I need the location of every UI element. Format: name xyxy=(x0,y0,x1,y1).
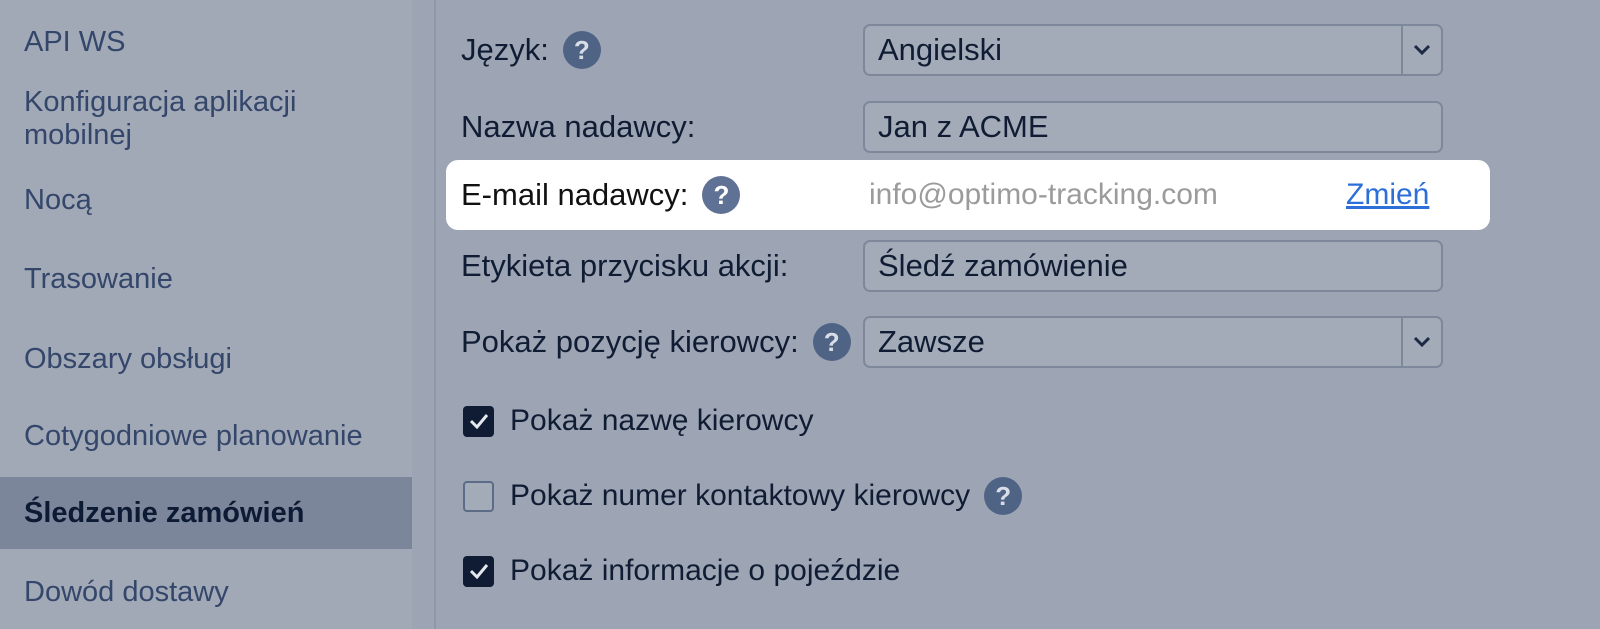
driver-position-label: Pokaż pozycję kierowcy: xyxy=(461,324,799,359)
sidebar-item-service-areas[interactable]: Obszary obsługi xyxy=(0,323,412,395)
question-mark-circle-icon[interactable]: ? xyxy=(562,31,601,69)
language-select[interactable]: Angielski xyxy=(863,24,1443,76)
sidebar-item-weekly-planning[interactable]: Cotygodniowe planowanie xyxy=(0,400,412,472)
sidebar-item-proof-of-delivery[interactable]: Dowód dostawy xyxy=(0,556,412,628)
sidebar-item-label: API WS xyxy=(24,25,126,58)
show-vehicle-info-checkbox[interactable] xyxy=(463,555,494,587)
action-button-label-input[interactable]: Śledź zamówienie xyxy=(863,240,1443,292)
sender-name-value: Jan z ACME xyxy=(878,109,1049,144)
sidebar-item-label: Obszary obsługi xyxy=(24,342,232,375)
language-label-row: Język: ? xyxy=(461,24,601,76)
show-driver-name-row: Pokaż nazwę kierowcy xyxy=(463,401,813,441)
sender-name-label-row: Nazwa nadawcy: xyxy=(461,101,695,153)
show-vehicle-info-label: Pokaż informacje o pojeździe xyxy=(510,554,901,587)
question-mark-circle-icon[interactable]: ? xyxy=(702,176,741,214)
sidebar-item-routing[interactable]: Trasowanie xyxy=(0,243,412,315)
action-button-label-row: Etykieta przycisku akcji: xyxy=(461,240,788,292)
show-driver-contact-row: Pokaż numer kontaktowy kierowcy ? xyxy=(463,476,1023,516)
action-button-label: Etykieta przycisku akcji: xyxy=(461,248,789,283)
settings-sidebar: API WS Konfiguracja aplikacji mobilnej N… xyxy=(0,0,412,629)
sidebar-item-order-tracking[interactable]: Śledzenie zamówień xyxy=(0,477,412,549)
action-button-label-value: Śledź zamówienie xyxy=(878,248,1128,283)
sidebar-item-label: Nocą xyxy=(24,183,92,216)
language-select-value: Angielski xyxy=(878,32,1003,67)
sidebar-item-label: Konfiguracja aplikacji mobilnej xyxy=(24,86,297,151)
question-mark-circle-icon[interactable]: ? xyxy=(812,323,851,361)
show-vehicle-info-row: Pokaż informacje o pojeździe xyxy=(463,551,900,591)
sidebar-item-label: Trasowanie xyxy=(24,262,173,295)
sender-email-label-row: E-mail nadawcy: ? xyxy=(461,169,741,221)
checkmark-icon xyxy=(469,564,488,579)
show-driver-name-label: Pokaż nazwę kierowcy xyxy=(510,404,814,437)
sender-name-input[interactable]: Jan z ACME xyxy=(863,101,1443,153)
checkmark-icon xyxy=(469,414,488,429)
driver-position-select-value: Zawsze xyxy=(878,324,985,359)
driver-position-label-row: Pokaż pozycję kierowcy: ? xyxy=(461,316,851,368)
sidebar-item-label: Cotygodniowe planowanie xyxy=(24,419,363,452)
sender-email-label: E-mail nadawcy: xyxy=(461,177,689,212)
sidebar-item-label: Śledzenie zamówień xyxy=(24,496,305,529)
driver-position-select[interactable]: Zawsze xyxy=(863,316,1443,368)
sidebar-divider xyxy=(434,0,436,629)
sidebar-item-mobile-app-config[interactable]: Konfiguracja aplikacji mobilnej xyxy=(0,83,412,155)
show-driver-name-checkbox[interactable] xyxy=(463,405,494,437)
chevron-down-icon[interactable] xyxy=(1401,318,1441,366)
sidebar-item-label: Dowód dostawy xyxy=(24,575,229,608)
sidebar-item-api-ws[interactable]: API WS xyxy=(0,6,412,78)
sender-name-label: Nazwa nadawcy: xyxy=(461,109,696,144)
question-mark-circle-icon[interactable]: ? xyxy=(984,477,1023,515)
change-email-link[interactable]: Zmień xyxy=(1346,169,1429,221)
sender-email-value: info@optimo-tracking.com xyxy=(869,178,1218,211)
chevron-down-icon[interactable] xyxy=(1401,26,1441,74)
show-driver-contact-checkbox[interactable] xyxy=(463,480,494,512)
show-driver-contact-label: Pokaż numer kontaktowy kierowcy xyxy=(510,479,971,512)
language-label: Język: xyxy=(461,32,549,67)
sidebar-item-night[interactable]: Nocą xyxy=(0,164,412,236)
